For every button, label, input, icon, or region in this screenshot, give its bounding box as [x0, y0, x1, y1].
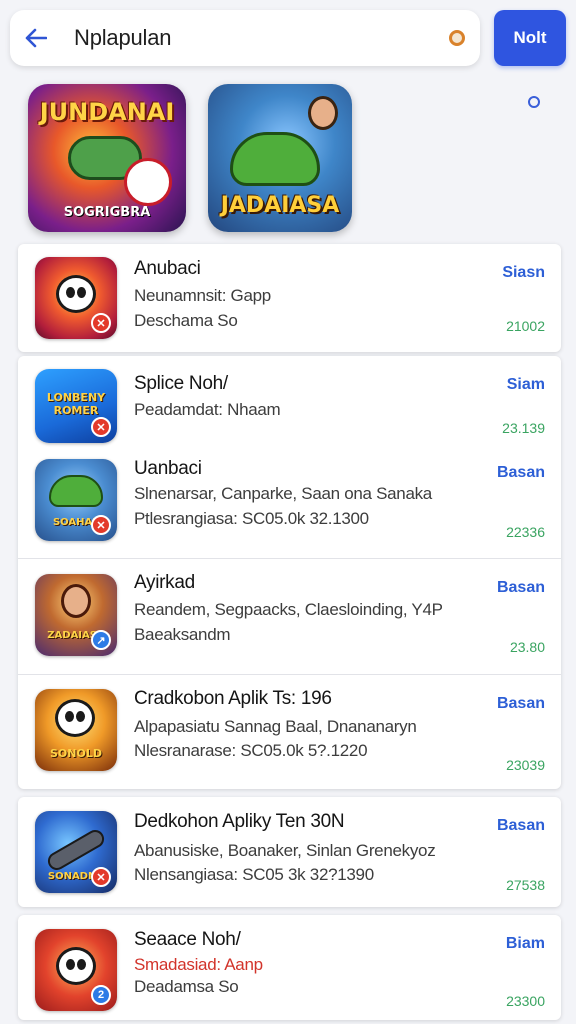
app-card: SONADNA ✕ Dedkohon Apliky Ten 30N Abanus…	[18, 797, 561, 907]
search-input[interactable]: Nplapulan	[62, 25, 434, 51]
panda-face-icon	[56, 947, 96, 985]
crocodile-character-icon	[49, 475, 103, 507]
app-subtitle: Abanusiske, Boanaker, Sinlan Grenekyoz	[134, 841, 436, 860]
app-meta: Baeaksandm	[134, 625, 231, 644]
app-subtitle: Peadamdat: Nhaam	[134, 400, 281, 419]
app-count: 27538	[506, 877, 545, 893]
search-clear-icon[interactable]	[434, 30, 480, 46]
list-item[interactable]: SOAHAE ✕ Uanbaci Slnenarsar, Canparke, S…	[18, 454, 561, 558]
app-count: 23300	[506, 993, 545, 1009]
app-action-button[interactable]: Basan	[497, 579, 545, 597]
search-bar[interactable]: Nplapulan	[10, 10, 480, 66]
app-action-button[interactable]: Biam	[506, 935, 545, 953]
app-card: LONBENY ROMER ✕ Splice Noh/ Peadamdat: N…	[18, 356, 561, 789]
app-icon-text: LONBENY ROMER	[46, 391, 106, 417]
back-button[interactable]	[10, 10, 62, 66]
app-badge: ↗	[91, 630, 111, 650]
app-meta: Deadamsa So	[134, 977, 239, 996]
app-title: Anubaci	[134, 258, 201, 279]
featured-subtitle: SOGRIGBRA	[63, 205, 151, 220]
list-item[interactable]: SONADNA ✕ Dedkohon Apliky Ten 30N Abanus…	[18, 797, 561, 907]
app-badge: ✕	[91, 417, 111, 437]
app-icon: SONADNA ✕	[35, 811, 117, 893]
featured-title: JUNDANAI	[39, 98, 175, 126]
app-action-button[interactable]: Basan	[497, 464, 545, 482]
hero-character-icon	[308, 96, 338, 130]
list-item[interactable]: LONBENY ROMER ✕ Splice Noh/ Peadamdat: N…	[18, 356, 561, 454]
app-card: 2 Seaace Noh/ Smadasiad: Aanp Deadamsa S…	[18, 915, 561, 1020]
app-icon: ZADAIASA ↗	[35, 574, 117, 656]
app-title: Ayirkad	[134, 572, 195, 593]
featured-game-tile[interactable]: JADAIASA	[208, 84, 352, 232]
featured-title: JADAIASA	[220, 193, 340, 218]
top-bar: Nplapulan Nolt	[0, 0, 576, 78]
app-subtitle: Neunamnsit: Gapp	[134, 286, 271, 305]
panda-face-icon	[56, 275, 96, 313]
app-icon-text: SONOLD	[50, 747, 102, 760]
app-title: Uanbaci	[134, 458, 202, 479]
app-icon: SOAHAE ✕	[35, 459, 117, 541]
app-icon: ✕	[35, 257, 117, 339]
app-badge: 2	[91, 985, 111, 1005]
list-item[interactable]: ✕ Anubaci Neunamnsit: Gapp Deschama So S…	[18, 244, 561, 352]
app-action-button[interactable]: Siasn	[502, 264, 545, 282]
app-badge: ✕	[91, 515, 111, 535]
app-title: Seaace Noh/	[134, 929, 241, 950]
app-subtitle: Alpapasiatu Sannag Baal, Dnananaryn	[134, 717, 417, 736]
app-count: 21002	[506, 318, 545, 334]
app-icon: SONOLD	[35, 689, 117, 771]
app-icon: 2	[35, 929, 117, 1011]
app-badge: ✕	[91, 867, 111, 887]
pirate-character-icon	[61, 584, 91, 618]
app-action-button[interactable]: Basan	[497, 695, 545, 713]
app-subtitle: Smadasiad: Aanp	[134, 955, 263, 974]
search-submit-button[interactable]: Nolt	[494, 10, 566, 66]
app-meta: Nlensangiasa: SC05 3k 32?1390	[134, 865, 374, 884]
panda-face-icon	[55, 699, 95, 737]
app-title: Splice Noh/	[134, 373, 228, 394]
panda-mascot-icon	[124, 158, 172, 206]
featured-carousel: JUNDANAI SOGRIGBRA JADAIASA	[0, 82, 576, 238]
crocodile-character-icon	[230, 132, 320, 186]
app-meta: Nlesranarase: SC05.0k 5?.1220	[134, 741, 368, 760]
list-item[interactable]: ZADAIASA ↗ Ayirkad Reandem, Segpaacks, C…	[18, 559, 561, 674]
app-icon: LONBENY ROMER ✕	[35, 369, 117, 443]
app-count: 23039	[506, 757, 545, 773]
app-meta: Deschama So	[134, 311, 238, 330]
app-action-button[interactable]: Basan	[497, 817, 545, 835]
app-count: 23.80	[509, 639, 545, 655]
list-item[interactable]: 2 Seaace Noh/ Smadasiad: Aanp Deadamsa S…	[18, 915, 561, 1020]
app-meta: Ptlesrangiasa: SC05.0k 32.1300	[134, 509, 369, 528]
app-action-button[interactable]: Siam	[507, 376, 545, 394]
arrow-left-icon	[25, 28, 47, 48]
app-count: 23.139	[502, 420, 545, 436]
circle-indicator-icon	[528, 96, 540, 108]
app-title: Cradkobon Aplik Ts: 196	[134, 688, 332, 709]
app-card: ✕ Anubaci Neunamnsit: Gapp Deschama So S…	[18, 244, 561, 352]
app-badge: ✕	[91, 313, 111, 333]
app-title: Dedkohon Apliky Ten 30N	[134, 811, 345, 832]
app-count: 22336	[506, 524, 545, 540]
app-subtitle: Reandem, Segpaacks, Claesloinding, Y4P	[134, 600, 443, 619]
list-item[interactable]: SONOLD Cradkobon Aplik Ts: 196 Alpapasia…	[18, 675, 561, 789]
app-subtitle: Slnenarsar, Canparke, Saan ona Sanaka	[134, 484, 432, 503]
featured-game-tile[interactable]: JUNDANAI SOGRIGBRA	[28, 84, 186, 232]
